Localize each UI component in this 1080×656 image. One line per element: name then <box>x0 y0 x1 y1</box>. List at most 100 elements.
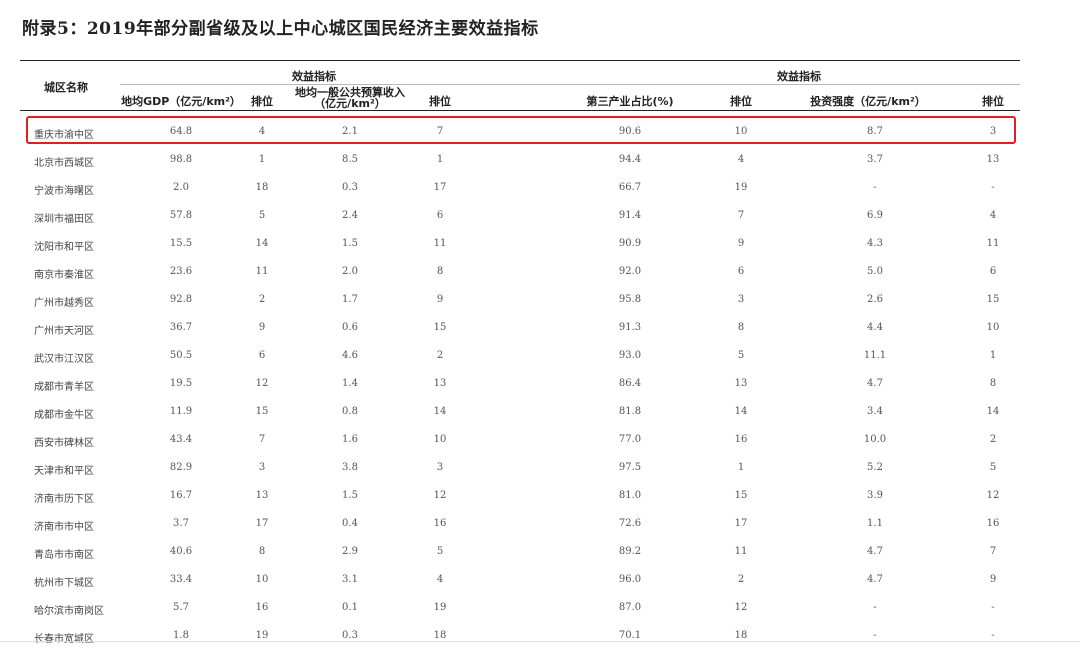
revenue-rank-cell: 19 <box>433 602 447 613</box>
gdp-rank-cell: 8 <box>258 546 266 557</box>
gdp-cell: 92.8 <box>169 294 193 305</box>
revenue-rank-cell: 8 <box>436 266 444 277</box>
tertiary-cell: 89.2 <box>618 546 642 557</box>
revenue-cell: 0.4 <box>342 518 358 529</box>
header-rank-3: 排位 <box>730 95 752 108</box>
revenue-rank-cell: 15 <box>433 322 447 333</box>
revenue-rank-cell: 14 <box>433 406 447 417</box>
gdp-cell: 43.4 <box>169 434 193 445</box>
gdp-cell: 15.5 <box>169 238 193 249</box>
tertiary-cell: 92.0 <box>618 266 642 277</box>
revenue-cell: 2.4 <box>342 210 358 221</box>
gdp-rank-cell: 2 <box>258 294 266 305</box>
tertiary-rank-cell: 16 <box>734 434 748 445</box>
district-name: 南京市秦淮区 <box>34 270 94 281</box>
header-rank-4: 排位 <box>982 95 1004 108</box>
gdp-cell: 16.7 <box>169 490 193 501</box>
tertiary-rank-cell: 19 <box>734 182 748 193</box>
revenue-cell: 4.6 <box>342 350 358 361</box>
revenue-rank-cell: 3 <box>436 462 444 473</box>
investment-cell: 3.9 <box>867 490 883 501</box>
gdp-rank-cell: 18 <box>255 182 269 193</box>
table-row: 西安市碑林区 43.4 7 1.6 10 77.0 16 10.0 2 <box>0 432 1080 460</box>
investment-cell: 1.1 <box>867 518 883 529</box>
district-name: 沈阳市和平区 <box>34 242 94 253</box>
district-name: 成都市青羊区 <box>34 382 94 393</box>
gdp-rank-cell: 17 <box>255 518 269 529</box>
tertiary-cell: 96.0 <box>618 574 642 585</box>
gdp-cell: 19.5 <box>169 378 193 389</box>
investment-cell: - <box>873 630 877 641</box>
district-name: 杭州市下城区 <box>34 578 94 589</box>
revenue-rank-cell: 18 <box>433 630 447 641</box>
revenue-rank-cell: 1 <box>436 154 444 165</box>
page-title: 附录5：2019年部分副省级及以上中心城区国民经济主要效益指标 <box>22 19 539 39</box>
district-name: 深圳市福田区 <box>34 214 94 225</box>
table-row: 北京市西城区 98.8 1 8.5 1 94.4 4 3.7 13 <box>0 152 1080 180</box>
highlight-box <box>26 116 1016 144</box>
table-row: 济南市市中区 3.7 17 0.4 16 72.6 17 1.1 16 <box>0 516 1080 544</box>
revenue-rank-cell: 12 <box>433 490 447 501</box>
revenue-cell: 0.1 <box>342 602 358 613</box>
table-row: 南京市秦淮区 23.6 11 2.0 8 92.0 6 5.0 6 <box>0 264 1080 292</box>
tertiary-rank-cell: 9 <box>737 238 745 249</box>
revenue-cell: 1.5 <box>342 490 358 501</box>
header-name: 城区名称 <box>44 81 88 94</box>
investment-rank-cell: 16 <box>986 518 1000 529</box>
gdp-cell: 82.9 <box>169 462 193 473</box>
investment-cell: 11.1 <box>863 350 887 361</box>
investment-cell: 3.7 <box>867 154 883 165</box>
header-group-right: 效益指标 <box>777 70 821 83</box>
investment-cell: 4.7 <box>867 574 883 585</box>
district-name: 济南市市中区 <box>34 522 94 533</box>
gdp-rank-cell: 14 <box>255 238 269 249</box>
tertiary-rank-cell: 18 <box>734 630 748 641</box>
gdp-rank-cell: 13 <box>255 490 269 501</box>
revenue-rank-cell: 11 <box>433 238 447 249</box>
revenue-cell: 1.7 <box>342 294 358 305</box>
revenue-rank-cell: 2 <box>436 350 444 361</box>
gdp-cell: 50.5 <box>169 350 193 361</box>
revenue-rank-cell: 5 <box>436 546 444 557</box>
gdp-cell: 5.7 <box>173 602 189 613</box>
revenue-cell: 3.8 <box>342 462 358 473</box>
revenue-cell: 1.4 <box>342 378 358 389</box>
page-bottom-line <box>0 641 1080 642</box>
investment-cell: 4.7 <box>867 546 883 557</box>
investment-cell: 5.0 <box>867 266 883 277</box>
header-rank-2: 排位 <box>429 95 451 108</box>
revenue-rank-cell: 17 <box>433 182 447 193</box>
header-gdp: 地均GDP（亿元/km²） <box>121 95 241 108</box>
table-row: 沈阳市和平区 15.5 14 1.5 11 90.9 9 4.3 11 <box>0 236 1080 264</box>
tertiary-cell: 97.5 <box>618 462 642 473</box>
investment-rank-cell: 11 <box>986 238 1000 249</box>
investment-cell: 10.0 <box>863 434 887 445</box>
gdp-rank-cell: 15 <box>255 406 269 417</box>
investment-cell: 2.6 <box>867 294 883 305</box>
gdp-cell: 11.9 <box>169 406 193 417</box>
tertiary-cell: 72.6 <box>618 518 642 529</box>
investment-rank-cell: 12 <box>986 490 1000 501</box>
table-row: 长春市宽城区 1.8 19 0.3 18 70.1 18- - <box>0 628 1080 656</box>
gdp-cell: 2.0 <box>173 182 189 193</box>
tertiary-rank-cell: 14 <box>734 406 748 417</box>
district-name: 哈尔滨市南岗区 <box>34 606 104 617</box>
investment-cell: 4.4 <box>867 322 883 333</box>
revenue-cell: 2.9 <box>342 546 358 557</box>
district-name: 北京市西城区 <box>34 158 94 169</box>
tertiary-cell: 81.0 <box>618 490 642 501</box>
gdp-rank-cell: 5 <box>258 210 266 221</box>
revenue-cell: 1.5 <box>342 238 358 249</box>
table-row: 青岛市市南区 40.6 8 2.9 5 89.2 11 4.7 7 <box>0 544 1080 572</box>
tertiary-cell: 86.4 <box>618 378 642 389</box>
gdp-rank-cell: 12 <box>255 378 269 389</box>
header-revenue-line2: （亿元/km²） <box>314 97 386 110</box>
tertiary-cell: 95.8 <box>618 294 642 305</box>
table-row: 成都市青羊区 19.5 12 1.4 13 86.4 13 4.7 8 <box>0 376 1080 404</box>
investment-cell: 4.7 <box>867 378 883 389</box>
investment-rank-cell: - <box>991 630 995 641</box>
tertiary-rank-cell: 4 <box>737 154 745 165</box>
revenue-cell: 1.6 <box>342 434 358 445</box>
table-row: 广州市天河区 36.7 9 0.6 15 91.3 8 4.4 10 <box>0 320 1080 348</box>
table-row: 宁波市海曙区 2.0 18 0.3 17 66.7 19 - - <box>0 180 1080 208</box>
